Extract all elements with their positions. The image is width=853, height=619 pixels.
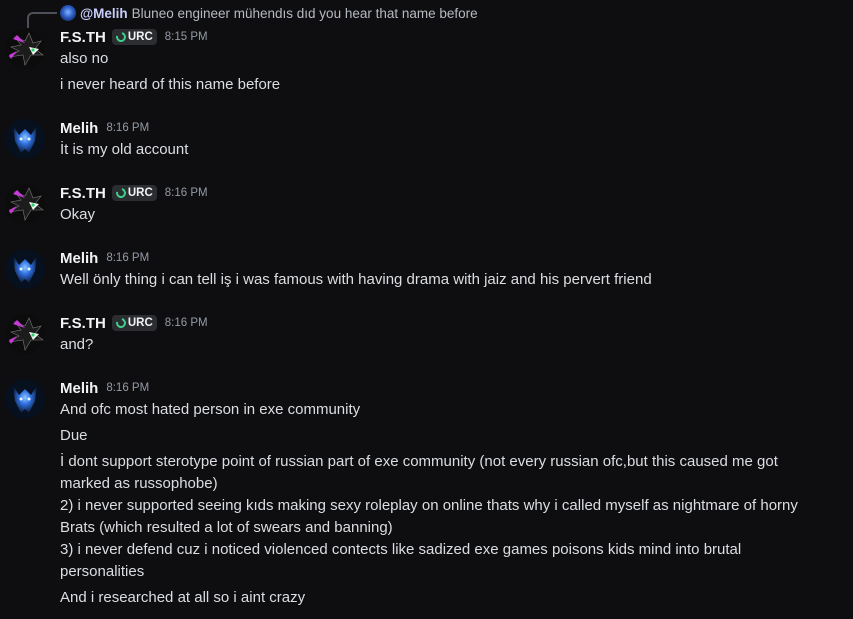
- message-header: Melih 8:16 PM: [60, 118, 149, 138]
- username[interactable]: F.S.TH: [60, 315, 106, 332]
- timestamp[interactable]: 8:16 PM: [106, 252, 149, 264]
- message-header: F.S.TH URC 8:15 PM: [60, 27, 208, 47]
- purple-hedgehog-avatar-icon[interactable]: [5, 184, 45, 224]
- message-text: Well önly thing i can tell iş i was famo…: [60, 271, 652, 288]
- badge-label: URC: [127, 31, 153, 43]
- role-badge[interactable]: URC: [111, 29, 157, 45]
- reply-avatar-icon: [60, 5, 76, 21]
- chat-log: @Melih Bluneo engineer mühendıs dıd you …: [0, 0, 853, 619]
- username[interactable]: Melih: [60, 250, 98, 267]
- message-header: F.S.TH URC 8:16 PM: [60, 313, 208, 333]
- message-text: And ofc most hated person in exe communi…: [60, 401, 361, 418]
- username[interactable]: Melih: [60, 120, 98, 137]
- username[interactable]: F.S.TH: [60, 185, 106, 202]
- message-text: İt is my old account: [60, 141, 189, 158]
- role-badge[interactable]: URC: [111, 185, 157, 201]
- blue-wolf-avatar-icon[interactable]: [5, 119, 45, 159]
- badge-label: URC: [127, 317, 153, 329]
- crescent-moon-icon: [114, 186, 128, 200]
- reply-reference[interactable]: @Melih Bluneo engineer mühendıs dıd you …: [60, 5, 478, 21]
- message-text: İ dont support sterotype point of russia…: [60, 453, 798, 580]
- purple-hedgehog-avatar-icon[interactable]: [5, 314, 45, 354]
- message-header: Melih 8:16 PM: [60, 378, 149, 398]
- reply-text: Bluneo engineer mühendıs dıd you hear th…: [131, 5, 478, 21]
- timestamp[interactable]: 8:16 PM: [165, 187, 208, 199]
- message-text: Okay: [60, 206, 96, 223]
- timestamp[interactable]: 8:16 PM: [106, 382, 149, 394]
- timestamp[interactable]: 8:15 PM: [165, 31, 208, 43]
- message-text: and?: [60, 336, 94, 353]
- purple-hedgehog-avatar-icon[interactable]: [5, 29, 45, 69]
- crescent-moon-icon: [114, 316, 128, 330]
- badge-label: URC: [127, 187, 153, 199]
- username[interactable]: F.S.TH: [60, 29, 106, 46]
- timestamp[interactable]: 8:16 PM: [165, 317, 208, 329]
- blue-wolf-avatar-icon[interactable]: [5, 379, 45, 419]
- message-header: F.S.TH URC 8:16 PM: [60, 183, 208, 203]
- crescent-moon-icon: [114, 30, 128, 44]
- message-text: also no: [60, 50, 109, 67]
- reply-spine: [27, 12, 57, 28]
- message-text: i never heard of this name before: [60, 76, 281, 93]
- username[interactable]: Melih: [60, 380, 98, 397]
- blue-wolf-avatar-icon[interactable]: [5, 249, 45, 289]
- timestamp[interactable]: 8:16 PM: [106, 122, 149, 134]
- role-badge[interactable]: URC: [111, 315, 157, 331]
- message-text: Due: [60, 427, 88, 444]
- message-text: And i researched at all so i aint crazy: [60, 589, 306, 606]
- reply-mention[interactable]: @Melih: [80, 6, 128, 21]
- message-header: Melih 8:16 PM: [60, 248, 149, 268]
